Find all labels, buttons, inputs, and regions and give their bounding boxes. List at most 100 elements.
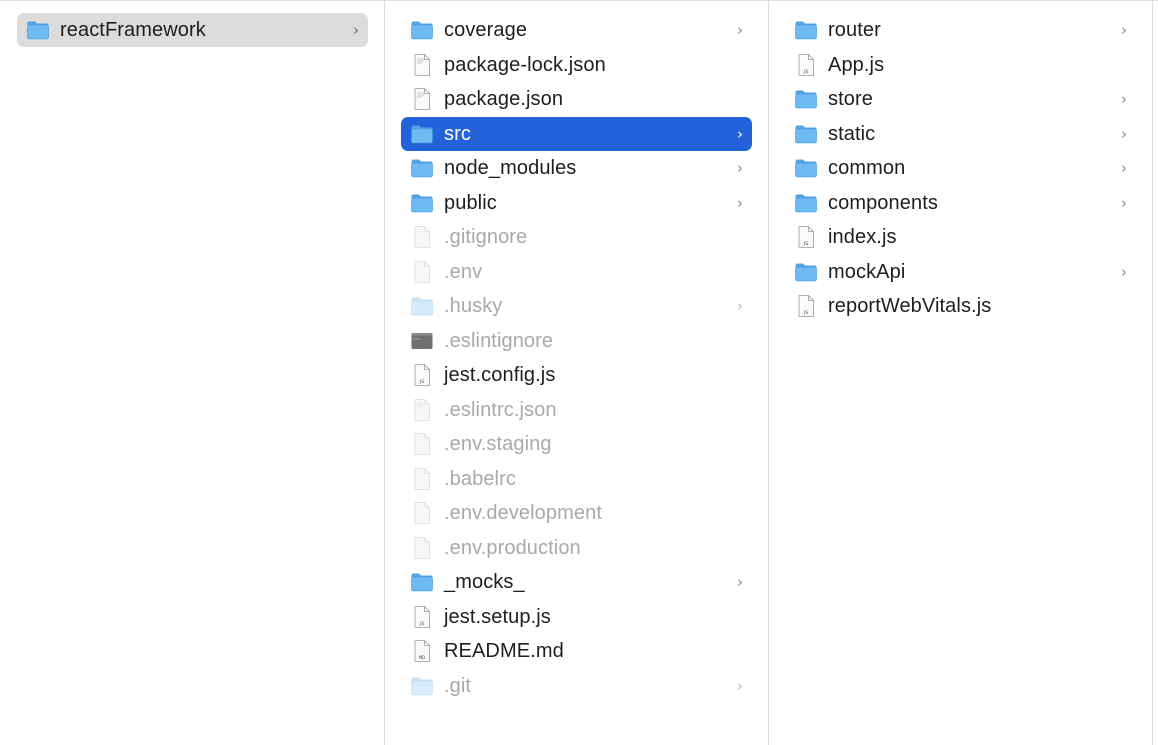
folder-icon (794, 191, 818, 215)
folder-icon (794, 18, 818, 42)
item-name: _mocks_ (444, 571, 525, 593)
chevron-right-icon: › (737, 124, 743, 143)
file-row[interactable]: JS reportWebVitals.js (785, 289, 1136, 323)
svg-text:JS: JS (803, 241, 808, 247)
folder-row[interactable]: src › (401, 116, 752, 151)
folder-row[interactable]: components › (785, 186, 1136, 220)
item-name: mockApi (828, 260, 906, 283)
folder-icon (410, 674, 434, 698)
item-name: store (828, 88, 873, 110)
column-2[interactable]: coverage › package-lock.json package.json sr… (385, 1, 769, 745)
markdown-file-icon: MD (410, 639, 434, 663)
file-row[interactable]: .env.production (401, 531, 752, 565)
folder-icon (410, 122, 434, 146)
blank-file-icon (410, 260, 434, 284)
file-row[interactable]: .gitignore (401, 220, 752, 254)
folder-row[interactable]: _mocks_ › (401, 565, 752, 599)
document-icon (410, 87, 434, 111)
executable-file-icon: exec (410, 329, 434, 353)
file-row[interactable]: JS index.js (785, 220, 1136, 254)
chevron-right-icon: › (1121, 262, 1127, 281)
item-name: .git (444, 674, 472, 697)
file-row[interactable]: package-lock.json (401, 48, 752, 82)
file-row[interactable]: JS jest.setup.js (401, 600, 752, 634)
file-row[interactable]: .env.development (401, 496, 752, 530)
svg-text:JS: JS (419, 621, 424, 627)
item-name: .eslintrc.json (444, 398, 557, 421)
file-row[interactable]: .env (401, 255, 752, 289)
item-name: node_modules (444, 157, 577, 179)
folder-icon (410, 570, 434, 594)
chevron-right-icon: › (737, 297, 743, 315)
item-name: .babelrc (444, 467, 516, 490)
chevron-right-icon: › (737, 573, 743, 591)
folder-icon (410, 191, 434, 215)
item-name: router (828, 19, 881, 41)
folder-row[interactable]: public › (401, 186, 752, 220)
item-name: static (828, 122, 876, 145)
item-name: reportWebVitals.js (828, 295, 992, 317)
folder-row[interactable]: reactFramework › (17, 13, 368, 47)
file-row[interactable]: .babelrc (401, 462, 752, 496)
item-name: coverage (444, 19, 528, 41)
column-1[interactable]: reactFramework › (0, 1, 385, 745)
file-row[interactable]: MD README.md (401, 634, 752, 668)
document-icon (410, 398, 434, 422)
item-name: .eslintignore (444, 329, 554, 352)
folder-row[interactable]: router › (785, 13, 1136, 47)
folder-icon (794, 87, 818, 111)
item-name: index.js (828, 226, 897, 248)
folder-row[interactable]: coverage › (401, 13, 752, 47)
item-name: .husky (444, 295, 503, 317)
chevron-right-icon: › (1121, 159, 1127, 177)
chevron-right-icon: › (1121, 193, 1127, 212)
item-name: common (828, 157, 906, 179)
item-name: public (444, 191, 497, 214)
file-row[interactable]: JS App.js (785, 48, 1136, 82)
folder-icon (410, 294, 434, 318)
item-name: .env (444, 260, 483, 283)
item-name: reactFramework (60, 19, 206, 41)
folder-row[interactable]: .husky › (401, 289, 752, 323)
js-file-icon: JS (410, 363, 434, 387)
column-browser: reactFramework › coverage › package-lock.js… (0, 0, 1158, 745)
blank-file-icon (410, 501, 434, 525)
folder-icon (410, 156, 434, 180)
chevron-right-icon: › (737, 193, 743, 212)
folder-icon (410, 18, 434, 42)
folder-icon (26, 18, 50, 42)
folder-row[interactable]: static › (785, 117, 1136, 151)
js-file-icon: JS (794, 225, 818, 249)
blank-file-icon (410, 432, 434, 456)
folder-row[interactable]: store › (785, 82, 1136, 116)
item-name: App.js (828, 53, 885, 76)
svg-text:JS: JS (419, 379, 424, 385)
column-3[interactable]: router › JS App.js store › static › common › compo… (769, 1, 1153, 745)
item-name: src (444, 122, 471, 145)
folder-row[interactable]: .git › (401, 669, 752, 703)
chevron-right-icon: › (1121, 124, 1127, 143)
chevron-right-icon: › (1121, 21, 1127, 39)
file-row[interactable]: .env.staging (401, 427, 752, 461)
item-name: components (828, 191, 938, 214)
folder-row[interactable]: mockApi › (785, 255, 1136, 289)
chevron-right-icon: › (353, 21, 359, 39)
folder-icon (794, 156, 818, 180)
item-name: .gitignore (444, 226, 528, 248)
chevron-right-icon: › (737, 676, 743, 695)
folder-row[interactable]: node_modules › (401, 151, 752, 185)
blank-file-icon (410, 536, 434, 560)
file-row[interactable]: exec .eslintignore (401, 324, 752, 358)
file-row[interactable]: package.json (401, 82, 752, 116)
item-name: .env.development (444, 502, 602, 524)
item-name: .env.production (444, 536, 581, 559)
svg-text:JS: JS (803, 310, 808, 316)
folder-icon (794, 122, 818, 146)
file-row[interactable]: JS jest.config.js (401, 358, 752, 392)
js-file-icon: JS (794, 53, 818, 77)
folder-row[interactable]: common › (785, 151, 1136, 185)
blank-file-icon (410, 467, 434, 491)
chevron-right-icon: › (737, 159, 743, 177)
file-row[interactable]: .eslintrc.json (401, 393, 752, 427)
item-name: jest.config.js (444, 364, 556, 386)
